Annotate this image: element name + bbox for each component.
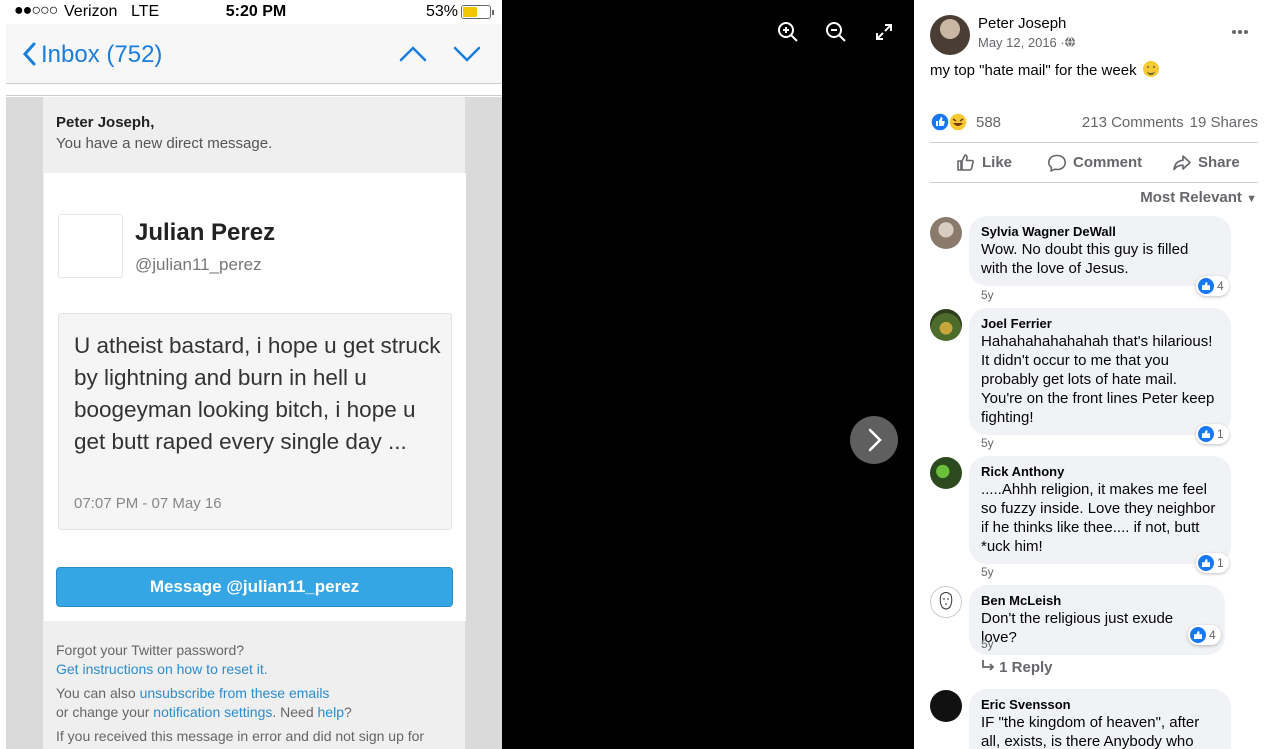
author-avatar[interactable]: [930, 15, 970, 55]
reset-instructions-link: Get instructions on how to reset it.: [56, 661, 268, 677]
comment-sort-dropdown[interactable]: Most Relevant ▼: [1140, 189, 1257, 206]
like-icon: [1190, 627, 1206, 643]
like-icon: [1198, 426, 1214, 442]
reaction-count[interactable]: 588: [976, 114, 1001, 131]
commenter-name[interactable]: Joel Ferrier: [981, 316, 1219, 331]
share-button[interactable]: Share: [1172, 153, 1252, 173]
sender-name: Julian Perez: [135, 219, 276, 246]
divider: [930, 182, 1258, 183]
email-body: Peter Joseph, You have a new direct mess…: [6, 97, 502, 749]
sender-handle: @julian11_perez: [135, 255, 262, 274]
globe-icon: [1065, 36, 1075, 48]
share-icon: [1173, 155, 1191, 171]
commenter-avatar[interactable]: [930, 217, 962, 249]
reply-arrow-icon: [982, 660, 995, 671]
comment-icon: [1048, 154, 1066, 172]
thumbs-up-icon: [957, 154, 974, 171]
email-greeting: Peter Joseph,: [56, 114, 155, 131]
divider: [6, 95, 502, 96]
inbox-back-link: Inbox (752): [41, 41, 163, 68]
photo-viewer: ●●○○○ Verizon LTE 5:20 PM 53% Inbox (752…: [0, 0, 914, 749]
like-icon: [1198, 278, 1214, 294]
comment-button[interactable]: Comment: [1047, 153, 1157, 173]
comment-bubble: Joel Ferrier Hahahahahahahah that's hila…: [969, 308, 1231, 435]
commenter-name[interactable]: Ben McLeish: [981, 593, 1213, 608]
like-icon: [1198, 555, 1214, 571]
sender-avatar: [58, 214, 123, 278]
view-replies-link[interactable]: 1 Reply: [981, 659, 1053, 676]
notification-settings-link: notification settings: [153, 704, 273, 720]
chevron-right-icon: [868, 428, 882, 452]
comment-bubble: Rick Anthony .....Ahhh religion, it make…: [969, 456, 1231, 564]
comment-time[interactable]: 5y: [981, 288, 994, 302]
battery-percent: 53%: [426, 3, 459, 20]
dm-message-box: U atheist bastard, i hope u get struck b…: [58, 313, 452, 530]
commenter-avatar[interactable]: [930, 586, 962, 618]
battery-icon: [461, 5, 494, 19]
wink-emoji-icon: [1142, 61, 1159, 77]
dm-card: Julian Perez @julian11_perez U atheist b…: [44, 173, 466, 621]
post-caption: my top "hate mail" for the week: [930, 61, 1159, 79]
caret-down-icon: ▼: [1246, 193, 1257, 205]
commenter-name[interactable]: Rick Anthony: [981, 464, 1219, 479]
help-link: help: [317, 704, 344, 720]
footer-unsubscribe-line: You can also unsubscribe from these emai…: [56, 685, 330, 701]
email-notice: You have a new direct message.: [56, 135, 273, 152]
comment-text: .....Ahhh religion, it makes me feel so …: [981, 481, 1216, 555]
comment-text: Don't the religious just exude love?: [981, 610, 1174, 646]
comment-time[interactable]: 5y: [981, 565, 994, 579]
chevron-up-icon: [399, 46, 427, 62]
dm-timestamp: 07:07 PM - 07 May 16: [74, 495, 222, 512]
mail-nav-bar: Inbox (752): [6, 24, 502, 84]
comment-like-badge[interactable]: 1: [1196, 424, 1229, 444]
footer-forgot: Forgot your Twitter password?: [56, 642, 245, 658]
sketch-face-icon: [939, 592, 953, 610]
comment-text: Wow. No doubt this guy is filled with th…: [981, 241, 1189, 277]
email-screenshot-image: ●●○○○ Verizon LTE 5:20 PM 53% Inbox (752…: [0, 0, 502, 749]
footer-error-line: If you received this message in error an…: [56, 728, 425, 744]
comment-text: IF "the kingdom of heaven", after all, e…: [981, 714, 1200, 749]
email-content: Peter Joseph, You have a new direct mess…: [43, 97, 466, 749]
zoom-out-icon[interactable]: [824, 20, 848, 44]
comment-text: Hahahahahahahah that's hilarious! It did…: [981, 333, 1215, 426]
comment-bubble: Sylvia Wagner DeWall Wow. No doubt this …: [969, 216, 1231, 286]
commenter-name[interactable]: Sylvia Wagner DeWall: [981, 224, 1219, 239]
ios-status-bar: ●●○○○ Verizon LTE 5:20 PM 53%: [0, 0, 502, 24]
post-sidebar: Peter Joseph May 12, 2016 · my top "hate…: [914, 0, 1273, 749]
more-options-icon[interactable]: [1230, 22, 1250, 42]
unsubscribe-link: unsubscribe from these emails: [139, 685, 330, 701]
comment-like-badge[interactable]: 4: [1196, 276, 1229, 296]
dm-message-text: U atheist bastard, i hope u get struck b…: [74, 333, 441, 454]
comment-bubble: Eric Svensson IF "the kingdom of heaven"…: [969, 689, 1231, 749]
post-author[interactable]: Peter Joseph: [978, 15, 1066, 32]
post-stats: 213 Comments 19 Shares: [1076, 114, 1258, 131]
message-sender-button: Message @julian11_perez: [56, 567, 453, 607]
comments-count[interactable]: 213 Comments: [1082, 114, 1184, 131]
shares-count[interactable]: 19 Shares: [1190, 114, 1258, 131]
comment-like-badge[interactable]: 1: [1196, 553, 1229, 573]
next-photo-button[interactable]: [850, 416, 898, 464]
reaction-icons[interactable]: [930, 112, 970, 132]
post-date[interactable]: May 12, 2016 ·: [978, 35, 1065, 50]
divider: [930, 142, 1258, 143]
commenter-avatar[interactable]: [930, 690, 962, 722]
fullscreen-icon[interactable]: [872, 20, 896, 44]
footer-settings-line: or change your notification settings. Ne…: [56, 704, 352, 720]
zoom-in-icon[interactable]: [776, 20, 800, 44]
commenter-avatar[interactable]: [930, 309, 962, 341]
comment-bubble: Ben McLeish Don't the religious just exu…: [969, 585, 1225, 655]
chevron-down-icon: [453, 46, 481, 62]
comment-time[interactable]: 5y: [981, 436, 994, 450]
commenter-avatar[interactable]: [930, 457, 962, 489]
comment-like-badge[interactable]: 4: [1188, 625, 1221, 645]
like-button[interactable]: Like: [956, 153, 1036, 173]
comment-time[interactable]: 5y: [981, 637, 994, 651]
commenter-name[interactable]: Eric Svensson: [981, 697, 1219, 712]
